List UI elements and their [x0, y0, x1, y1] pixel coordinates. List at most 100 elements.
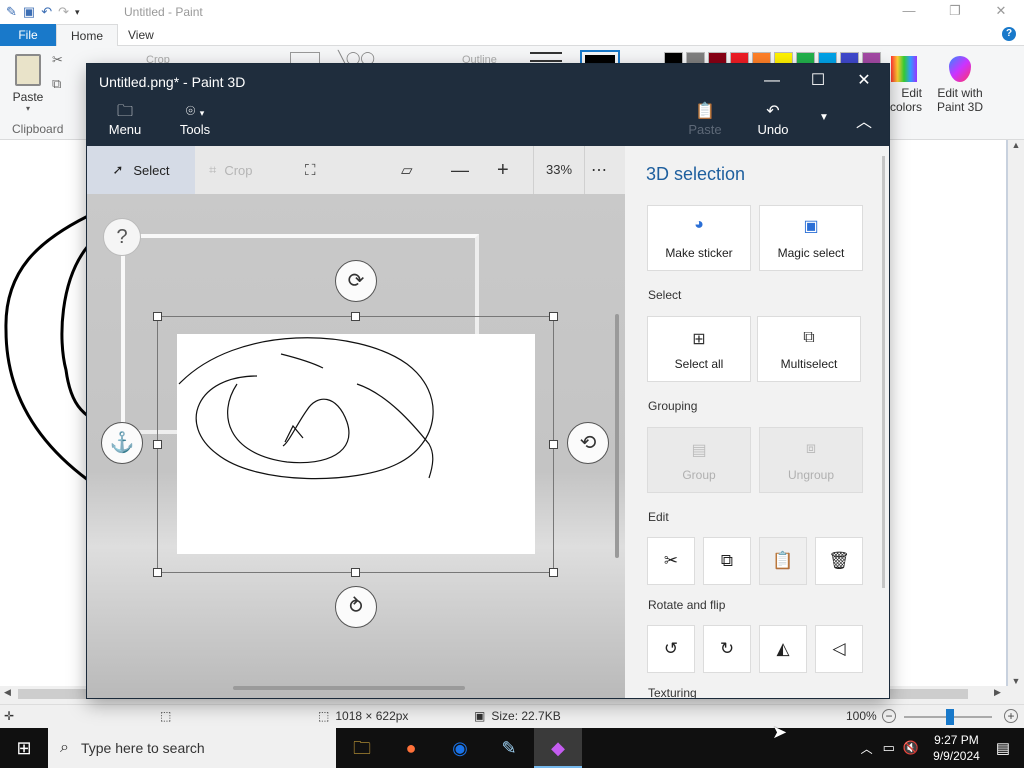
network-icon[interactable]: ▭	[883, 740, 895, 756]
paint3d-canvas[interactable]: ? ⟳ ⚓ ⟲ ⥁	[87, 194, 625, 698]
maximize-button[interactable]: ❐	[932, 0, 978, 24]
canvas-horizontal-scrollbar[interactable]	[233, 686, 465, 690]
minimize-button[interactable]: —	[886, 0, 932, 24]
paste-icon[interactable]: 📋	[759, 537, 807, 585]
menu-button[interactable]: 🗀 Menu	[105, 102, 145, 137]
paint3d-window: Untitled.png* - Paint 3D — ☐ ✕ 🗀 Menu ⌾ …	[87, 64, 889, 698]
mspaint-window-controls: — ❐ ✕	[886, 0, 1024, 24]
copy-icon[interactable]: ⧉	[52, 76, 61, 92]
tab-file[interactable]: File	[0, 24, 56, 46]
scroll-up-icon[interactable]: ▲	[1008, 140, 1024, 150]
magic-select-button[interactable]: ▣ Magic select	[759, 205, 863, 271]
side-panel: 3D selection ◕ Make sticker ▣ Magic sele…	[625, 146, 889, 698]
delete-icon[interactable]: 🗑	[815, 537, 863, 585]
maximize-button[interactable]: ☐	[795, 64, 841, 98]
tools-button[interactable]: ⌾ ▾ Tools	[173, 102, 217, 137]
scroll-right-icon[interactable]: ▶	[994, 687, 1001, 698]
multiselect-button[interactable]: ⧉ Multiselect	[757, 316, 861, 382]
select-all-button[interactable]: ⊞ Select all	[647, 316, 751, 382]
edit-colors-label: Edit colors	[889, 86, 922, 114]
crop-icon: ⌗	[209, 162, 217, 177]
resize-handle[interactable]	[549, 568, 558, 577]
undo-icon[interactable]: ↶	[41, 4, 52, 20]
scroll-left-icon[interactable]: ◀	[4, 687, 11, 698]
resize-handle[interactable]	[153, 440, 162, 449]
depth-anchor-handle-icon[interactable]: ⚓	[101, 422, 143, 464]
file-explorer-icon[interactable]: 🗀	[338, 728, 386, 768]
ungroup-button[interactable]: ⧈ Ungroup	[759, 427, 863, 493]
chevron-up-icon[interactable]: ︿	[861, 740, 873, 757]
resize-handle[interactable]	[549, 440, 558, 449]
zoom-out-icon[interactable]: —	[451, 146, 469, 194]
edit-with-paint3d-button[interactable]: Edit with Paint 3D	[932, 56, 988, 114]
paint3d-logo-icon	[949, 56, 971, 82]
resize-handle[interactable]	[549, 312, 558, 321]
zoom-percentage[interactable]: 33%	[533, 146, 585, 194]
firefox-icon[interactable]: ●	[387, 728, 435, 768]
paste-button[interactable]: 📋 Paste	[685, 102, 725, 137]
resize-handle[interactable]	[153, 312, 162, 321]
vertical-scrollbar[interactable]: ▲ ▼	[1008, 140, 1024, 688]
status-bar: ✛ ⬚ ⬚ 1018 × 622px ▣ Size: 22.7KB 100% −…	[0, 704, 1024, 728]
zoom-in-button[interactable]: +	[1004, 709, 1018, 723]
zoom-out-button[interactable]: −	[882, 709, 896, 723]
zoom-in-icon[interactable]: +	[497, 146, 509, 194]
flip-vertical-icon[interactable]: ◁	[815, 625, 863, 673]
crop-tool-button[interactable]: ⌗ Crop	[209, 146, 253, 194]
help-question-icon[interactable]: ?	[103, 218, 141, 256]
ungroup-icon: ⧈	[805, 440, 817, 457]
close-button[interactable]: ✕	[841, 64, 887, 98]
paint3d-taskbar-icon[interactable]: ◆	[534, 728, 582, 768]
cut-icon[interactable]: ✂	[647, 537, 695, 585]
copy-icon[interactable]: ⧉	[703, 537, 751, 585]
rotate-right-icon[interactable]: ↻	[703, 625, 751, 673]
rotate-left-icon[interactable]: ↺	[647, 625, 695, 673]
panel-scrollbar[interactable]	[882, 156, 885, 588]
zoom-level: 100%	[846, 709, 877, 723]
help-icon[interactable]: ?	[1002, 27, 1016, 41]
more-options-icon[interactable]: ⋯	[591, 146, 607, 194]
rotate-y-handle-icon[interactable]: ⟲	[567, 422, 609, 464]
group-button[interactable]: ▤ Group	[647, 427, 751, 493]
resize-handle[interactable]	[351, 568, 360, 577]
customize-qat-icon[interactable]: ▾	[75, 7, 80, 18]
redo-icon[interactable]: ↷	[58, 4, 69, 20]
clock[interactable]: 9:27 PM 9/9/2024	[933, 732, 980, 764]
paste-button[interactable]: Paste ▾	[8, 54, 48, 113]
paint-taskbar-icon[interactable]: ✎	[485, 728, 533, 768]
edit-colors-button[interactable]: Edit colors	[884, 56, 924, 114]
canvas-vertical-scrollbar[interactable]	[615, 314, 619, 558]
time: 9:27 PM	[934, 733, 979, 747]
save-icon[interactable]: ▣	[23, 4, 35, 20]
cut-icon[interactable]: ✂	[52, 52, 63, 68]
minimize-button[interactable]: —	[749, 64, 795, 98]
more-commands-chevron-icon[interactable]: ▼	[815, 112, 833, 123]
view-3d-icon[interactable]: ▱	[401, 146, 413, 194]
windows-start-icon[interactable]: ⊞	[0, 728, 48, 768]
rotate-x-handle-icon[interactable]: ⥁	[335, 586, 377, 628]
magic-select-tool-icon[interactable]: ⛶	[305, 146, 316, 194]
scroll-down-icon[interactable]: ▼	[1008, 676, 1024, 686]
tab-view[interactable]: View	[114, 24, 168, 46]
close-button[interactable]: ✕	[978, 0, 1024, 24]
flip-horizontal-icon[interactable]: ◭	[759, 625, 807, 673]
resize-handle[interactable]	[351, 312, 360, 321]
zoom-slider-thumb[interactable]	[946, 709, 954, 725]
undo-button[interactable]: ↶ Undo	[753, 102, 793, 137]
tab-home[interactable]: Home	[56, 24, 119, 46]
search-box[interactable]: ⌕ Type here to search	[48, 728, 336, 768]
magic-select-label: Magic select	[777, 246, 845, 260]
notifications-icon[interactable]: ▤	[996, 739, 1010, 757]
select-tool-button[interactable]: ➚ Select	[87, 146, 195, 194]
tools-label: Tools	[179, 122, 211, 137]
chrome-icon[interactable]: ◉	[436, 728, 484, 768]
rotate-z-handle-icon[interactable]: ⟳	[335, 260, 377, 302]
cursor-arrow-icon: ➚	[112, 162, 124, 177]
select-label: Select	[133, 162, 170, 178]
paint3d-title: Untitled.png* - Paint 3D	[99, 74, 246, 90]
make-sticker-button[interactable]: ◕ Make sticker	[647, 205, 751, 271]
collapse-chevron-up-icon[interactable]: ︿	[849, 108, 879, 132]
resize-handle[interactable]	[153, 568, 162, 577]
selection-box[interactable]	[157, 316, 554, 573]
volume-muted-icon[interactable]: 🔇	[903, 740, 919, 756]
